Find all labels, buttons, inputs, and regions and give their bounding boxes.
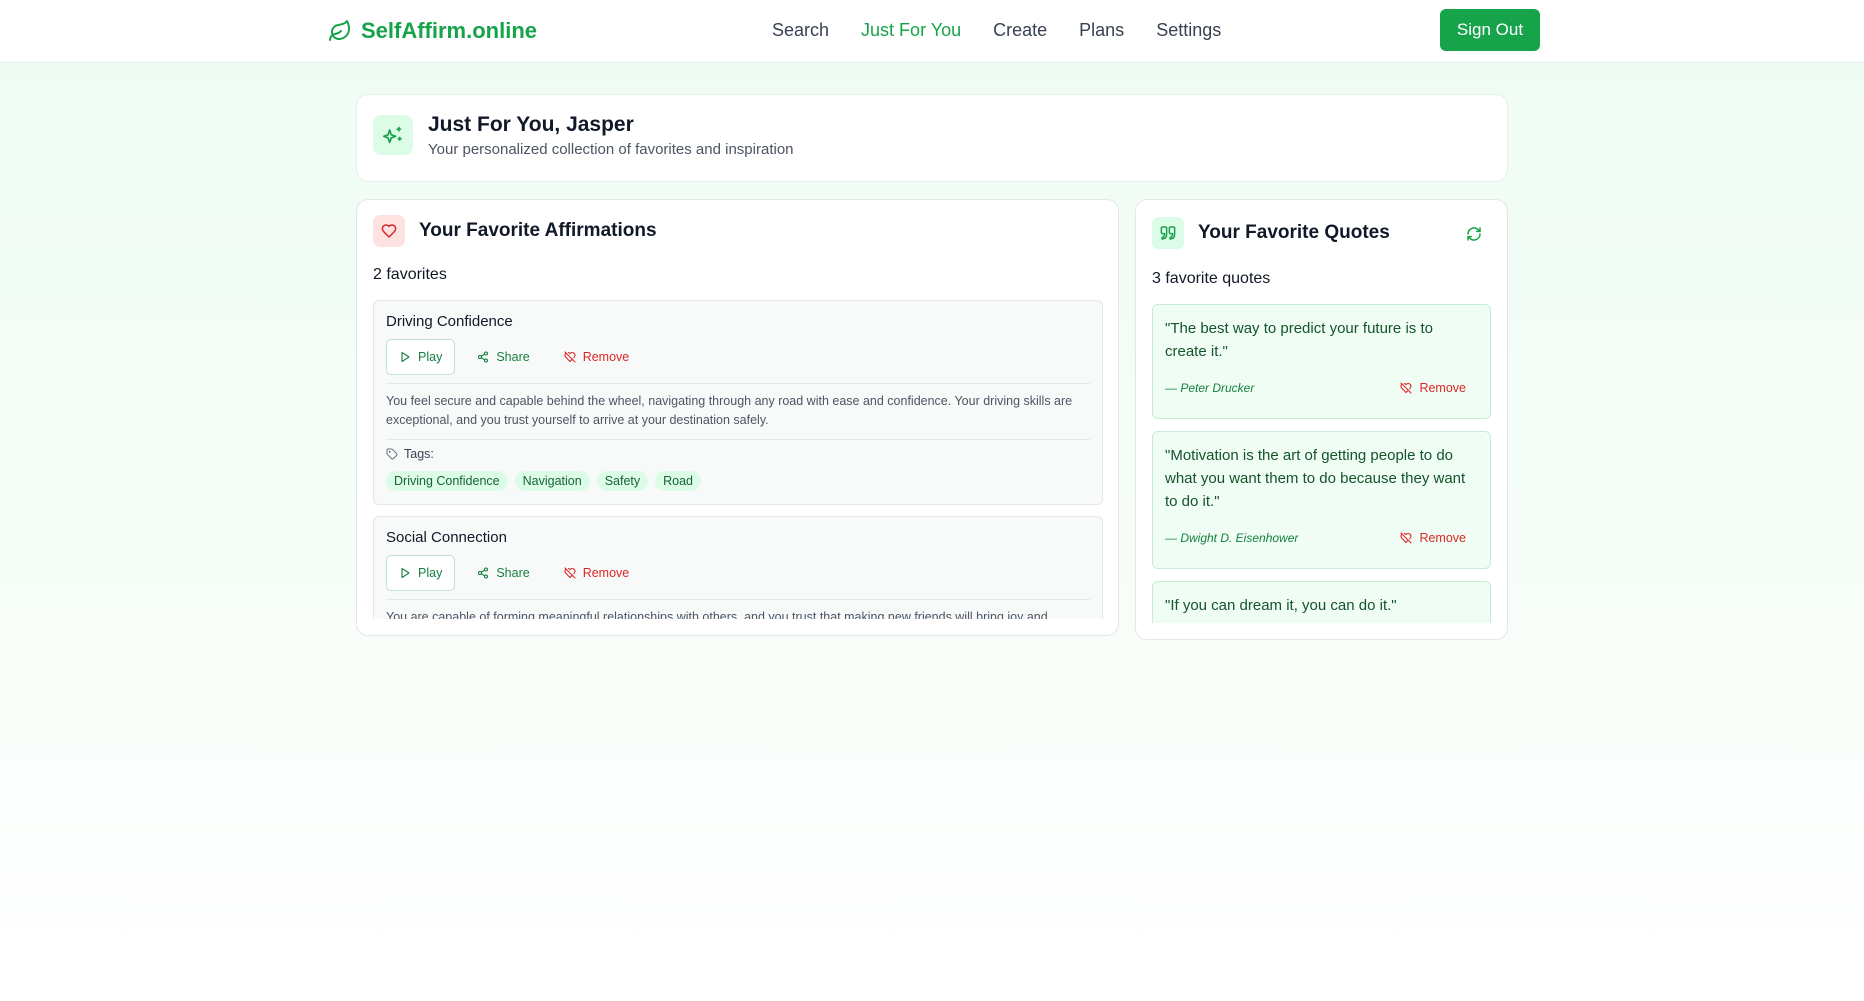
share-icon <box>478 567 489 579</box>
quote-footer: — Peter Drucker Remove <box>1165 381 1466 395</box>
affirmation-text: You feel secure and capable behind the w… <box>386 394 1073 427</box>
heart-icon <box>381 224 397 238</box>
affirmations-count: 2 favorites <box>373 266 447 283</box>
play-button[interactable]: Play <box>386 339 456 375</box>
tag[interactable]: Driving Confidence <box>386 471 508 491</box>
remove-quote-button[interactable]: Remove <box>1400 531 1466 545</box>
favorite-quotes-panel: Your Favorite Quotes 3 favorite quotes "… <box>1135 199 1508 640</box>
quote-text: "The best way to predict your future is … <box>1165 320 1433 360</box>
remove-button[interactable]: Remove <box>552 555 642 591</box>
tag[interactable]: Road <box>655 471 702 491</box>
heart-icon-box <box>373 215 405 247</box>
remove-label: Remove <box>1419 381 1466 395</box>
play-button[interactable]: Play <box>386 555 456 591</box>
quote-author: — Dwight D. Eisenhower <box>1165 531 1299 545</box>
top-navbar: SelfAffirm.online Search Just For You Cr… <box>0 0 1864 63</box>
page-title: Just For You, Jasper <box>428 113 634 136</box>
affirmations-header: Your Favorite Affirmations <box>373 215 657 247</box>
remove-label: Remove <box>582 350 630 364</box>
welcome-card: Just For You, Jasper Your personalized c… <box>356 94 1508 182</box>
share-button[interactable]: Share <box>465 555 541 591</box>
quote-text: "Motivation is the art of getting people… <box>1165 447 1466 510</box>
quote-item: "Motivation is the art of getting people… <box>1152 431 1491 569</box>
tag[interactable]: Navigation <box>514 471 590 491</box>
share-label: Share <box>496 566 530 580</box>
affirmations-title: Your Favorite Affirmations <box>419 220 657 241</box>
tag-icon <box>386 448 398 460</box>
remove-label: Remove <box>1419 531 1466 545</box>
heart-off-icon <box>1400 532 1413 544</box>
tag-list: Driving Confidence Navigation Safety Roa… <box>386 471 702 491</box>
brand-logo[interactable]: SelfAffirm.online <box>328 15 537 47</box>
share-icon <box>478 351 489 363</box>
nav-just-for-you[interactable]: Just For You <box>861 18 961 42</box>
leaf-icon <box>329 20 350 41</box>
share-button[interactable]: Share <box>465 339 541 375</box>
quotes-count: 3 favorite quotes <box>1152 270 1271 287</box>
remove-label: Remove <box>582 566 630 580</box>
sparkles-icon-box <box>373 115 413 155</box>
quote-item: "If you can dream it, you can do it." <box>1152 581 1491 623</box>
affirmations-list[interactable]: Driving Confidence Play Share Remove You… <box>373 300 1105 619</box>
affirmation-actions: Play Share Remove <box>386 339 641 375</box>
affirmation-text: You are capable of forming meaningful re… <box>386 610 1048 619</box>
quotes-header: Your Favorite Quotes <box>1152 217 1390 249</box>
affirmation-actions: Play Share Remove <box>386 555 641 591</box>
tags-label-text: Tags: <box>404 447 434 461</box>
sparkles-icon <box>383 126 402 144</box>
nav-create[interactable]: Create <box>993 18 1047 42</box>
refresh-icon[interactable] <box>1466 226 1482 242</box>
nav-settings[interactable]: Settings <box>1156 18 1221 42</box>
heart-off-icon <box>564 351 576 363</box>
brand-name: SelfAffirm.online <box>361 18 538 43</box>
quote-icon-box <box>1152 217 1184 249</box>
quotes-title: Your Favorite Quotes <box>1198 222 1390 243</box>
quote-footer: — Dwight D. Eisenhower Remove <box>1165 531 1466 545</box>
share-label: Share <box>496 350 530 364</box>
tags-label: Tags: <box>386 447 434 461</box>
quote-icon <box>1160 226 1176 240</box>
sign-out-button[interactable]: Sign Out <box>1440 9 1540 51</box>
nav-search[interactable]: Search <box>772 18 829 42</box>
affirmation-item: Social Connection Play Share Remove You … <box>373 516 1103 619</box>
play-label: Play <box>418 566 443 580</box>
remove-quote-button[interactable]: Remove <box>1400 381 1466 395</box>
tag[interactable]: Safety <box>596 471 649 491</box>
quote-author: — Peter Drucker <box>1165 381 1255 395</box>
favorite-affirmations-panel: Your Favorite Affirmations 2 favorites D… <box>356 199 1119 636</box>
quote-item: "The best way to predict your future is … <box>1152 304 1491 419</box>
play-label: Play <box>418 350 443 364</box>
affirmation-item: Driving Confidence Play Share Remove You… <box>373 300 1103 505</box>
divider <box>386 383 1090 384</box>
play-icon <box>401 567 410 579</box>
page-subtitle: Your personalized collection of favorite… <box>428 141 794 158</box>
nav-plans[interactable]: Plans <box>1079 18 1124 42</box>
affirmation-title: Driving Confidence <box>386 313 513 330</box>
play-icon <box>401 351 410 363</box>
remove-button[interactable]: Remove <box>552 339 642 375</box>
heart-off-icon <box>1400 382 1413 394</box>
quote-text: "If you can dream it, you can do it." <box>1165 597 1397 614</box>
heart-off-icon <box>564 567 576 579</box>
divider <box>386 599 1090 600</box>
divider <box>386 439 1090 440</box>
affirmation-title: Social Connection <box>386 529 507 546</box>
quotes-list[interactable]: "The best way to predict your future is … <box>1152 304 1493 623</box>
main-nav: Search Just For You Create Plans Setting… <box>772 18 1221 42</box>
